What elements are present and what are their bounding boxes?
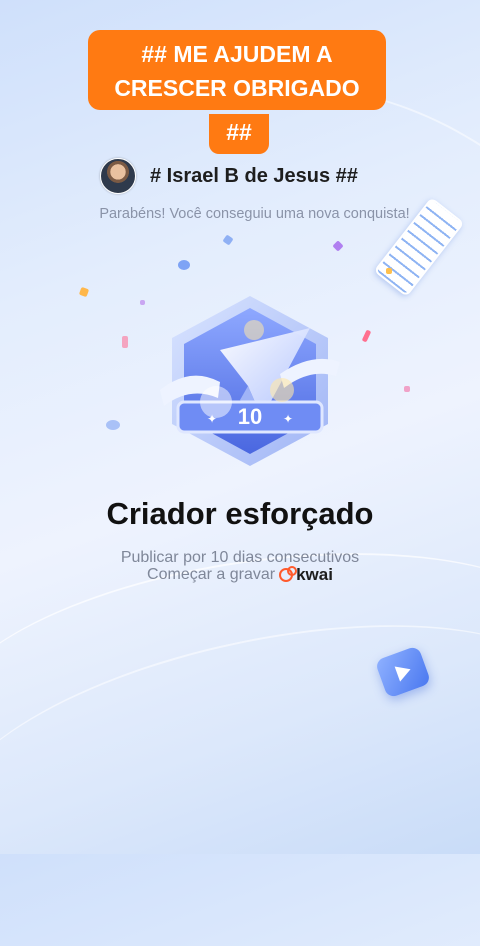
confetti-icon <box>140 300 145 305</box>
avatar[interactable] <box>100 158 136 194</box>
confetti-icon <box>386 268 392 274</box>
badge-number: 10 <box>238 404 262 429</box>
congrats-text: Parabéns! Você conseguiu uma nova conqui… <box>99 206 410 222</box>
achievement-badge: 10 ✦ ✦ <box>150 290 350 480</box>
kwai-logo: kwai <box>279 565 333 585</box>
kwai-logo-icon <box>279 566 298 582</box>
overlay-caption: ## ME AJUDEM A CRESCER OBRIGADO <box>88 30 386 110</box>
badge-graphic: 10 ✦ ✦ <box>160 296 340 466</box>
user-row[interactable]: # Israel B de Jesus ## <box>100 158 358 194</box>
caption-line-3: ## <box>226 119 252 145</box>
heart-icon <box>200 386 232 418</box>
star-sparkle-icon: ✦ <box>283 412 293 426</box>
confetti-icon <box>122 336 128 348</box>
confetti-icon <box>106 420 120 430</box>
heart-icon <box>244 320 264 340</box>
confetti-icon <box>222 234 234 246</box>
caption-line-2: CRESCER OBRIGADO <box>114 75 360 101</box>
caption-line-1: ## ME AJUDEM A <box>141 41 333 67</box>
confetti-icon <box>404 386 410 392</box>
confetti-icon <box>178 260 190 270</box>
confetti-icon <box>78 286 90 298</box>
start-recording-label: Começar a gravar <box>147 566 276 583</box>
overlay-caption-tail: ## <box>209 114 269 154</box>
start-recording-link[interactable]: Começar a gravar kwai <box>0 565 480 585</box>
achievement-title: Criador esforçado <box>106 496 374 531</box>
heart-icon <box>270 378 294 402</box>
kwai-wordmark: kwai <box>296 565 333 584</box>
user-name: # Israel B de Jesus ## <box>150 164 358 187</box>
